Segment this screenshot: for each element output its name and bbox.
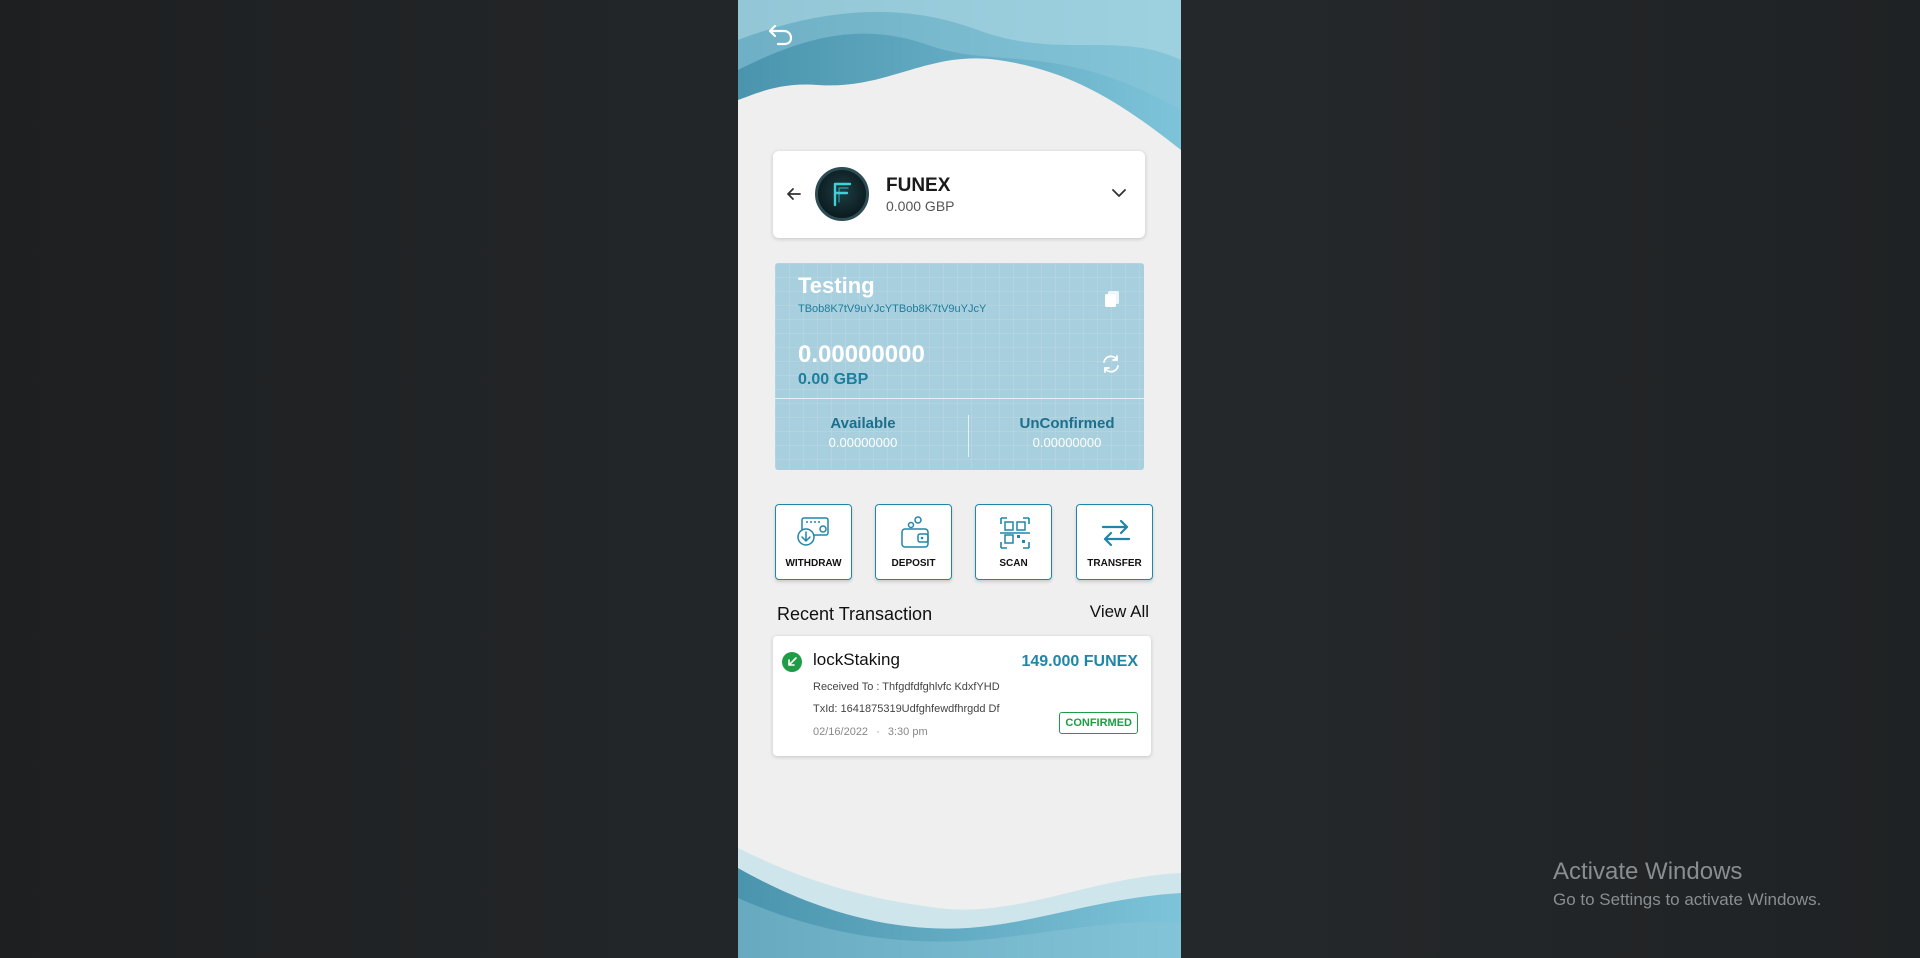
wallet-name: Testing (798, 273, 875, 298)
transfer-arrows-icon (1101, 519, 1131, 547)
date-separator: · (876, 726, 880, 738)
transaction-date: 02/16/2022 (813, 726, 869, 738)
funex-logo-icon (815, 167, 869, 221)
withdraw-icon (797, 517, 829, 546)
wallet-vertical-divider (968, 415, 969, 457)
arrow-left-icon[interactable] (783, 183, 805, 205)
deposit-icon (901, 516, 929, 548)
transfer-button[interactable]: TRANSFER (1076, 504, 1153, 580)
available-label: Available (830, 415, 896, 432)
wallet-balance-fiat: 0.00 GBP (798, 371, 869, 388)
transaction-type: lockStaking (813, 650, 900, 669)
available-stat: Available 0.00000000 (793, 415, 933, 450)
withdraw-button[interactable]: WITHDRAW (775, 504, 852, 580)
coin-name: FUNEX (886, 175, 951, 196)
wallet-balance-card: Testing TBob8K7tV9uYJcYTBob8K7tV9uYJcY 0… (775, 263, 1144, 470)
unconfirmed-stat: UnConfirmed 0.00000000 (997, 415, 1137, 450)
transaction-amount: 149.000 FUNEX (1021, 653, 1138, 670)
transaction-txid: TxId: 1641875319Udfghfewdfhrgdd Df (813, 703, 1000, 715)
withdraw-label: WITHDRAW (785, 558, 842, 569)
transaction-card[interactable]: lockStaking 149.000 FUNEX Received To : … (773, 636, 1151, 756)
wallet-balance: 0.00000000 (798, 341, 925, 368)
deposit-button[interactable]: DEPOSIT (875, 504, 952, 580)
scan-label: SCAN (999, 558, 1028, 569)
app-screen: FUNEX 0.000 GBP Testing TBob8K7tV9uYJcYT… (738, 0, 1181, 958)
received-check-icon (782, 652, 802, 672)
unconfirmed-value: 0.00000000 (1032, 435, 1102, 450)
deposit-label: DEPOSIT (891, 558, 936, 569)
coin-selector-card[interactable]: FUNEX 0.000 GBP (773, 151, 1145, 238)
transaction-received-to: Received To : Thfgdfdfghlvfc KdxfYHD (813, 681, 1000, 693)
bottom-wave-decoration (738, 848, 1181, 958)
qr-scan-icon (1000, 517, 1030, 549)
windows-activation-title: Activate Windows (1553, 858, 1743, 885)
wallet-divider (775, 398, 1144, 399)
view-all-link[interactable]: View All (1090, 602, 1149, 622)
coin-fiat-value: 0.000 GBP (886, 198, 955, 214)
undo-back-icon[interactable] (766, 18, 796, 48)
copy-icon[interactable] (1102, 288, 1122, 308)
refresh-icon[interactable] (1100, 353, 1122, 375)
unconfirmed-label: UnConfirmed (1019, 415, 1115, 432)
scan-button[interactable]: SCAN (975, 504, 1052, 580)
windows-activation-subtitle: Go to Settings to activate Windows. (1553, 890, 1822, 909)
wallet-address: TBob8K7tV9uYJcYTBob8K7tV9uYJcY (798, 303, 987, 315)
transaction-datetime: 02/16/2022 · 3:30 pm (813, 726, 928, 738)
transaction-time: 3:30 pm (887, 726, 928, 738)
available-value: 0.00000000 (828, 435, 898, 450)
status-badge: CONFIRMED (1059, 712, 1138, 734)
top-wave-decoration (738, 0, 1181, 150)
chevron-down-icon[interactable] (1109, 183, 1129, 203)
recent-transaction-title: Recent Transaction (777, 604, 933, 624)
transfer-label: TRANSFER (1087, 558, 1142, 569)
